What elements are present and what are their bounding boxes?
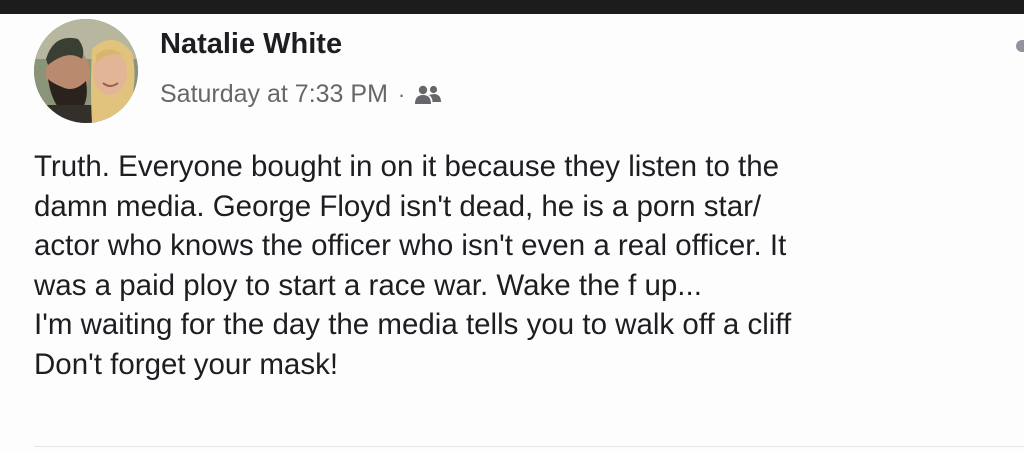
post-text-line: I'm waiting for the day the media tells … [34, 308, 792, 341]
post-meta: Saturday at 7:33 PM · [160, 80, 442, 109]
top-bar [0, 0, 1024, 14]
post-body: Truth. Everyone bought in on it because … [34, 147, 1024, 384]
post-text-line: was a paid ploy to start a race war. Wak… [34, 268, 702, 302]
post-text-line: actor who knows the officer who isn't ev… [34, 229, 787, 262]
post-text-line: damn media. George Floyd isn't dead, he … [34, 189, 762, 223]
divider [34, 446, 1024, 447]
facebook-post: Natalie White Saturday at 7:33 PM · Trut… [0, 14, 1024, 450]
avatar[interactable] [34, 19, 138, 123]
post-text-line: Truth. Everyone bought in on it because … [34, 150, 780, 183]
friends-icon[interactable] [414, 84, 442, 106]
avatar-photo [34, 19, 138, 123]
post-timestamp[interactable]: Saturday at 7:33 PM [160, 80, 388, 109]
author-name[interactable]: Natalie White [160, 28, 342, 61]
more-options-icon[interactable] [1016, 40, 1024, 52]
post-text-line: Don't forget your mask! [34, 347, 339, 381]
meta-separator: · [397, 81, 406, 107]
